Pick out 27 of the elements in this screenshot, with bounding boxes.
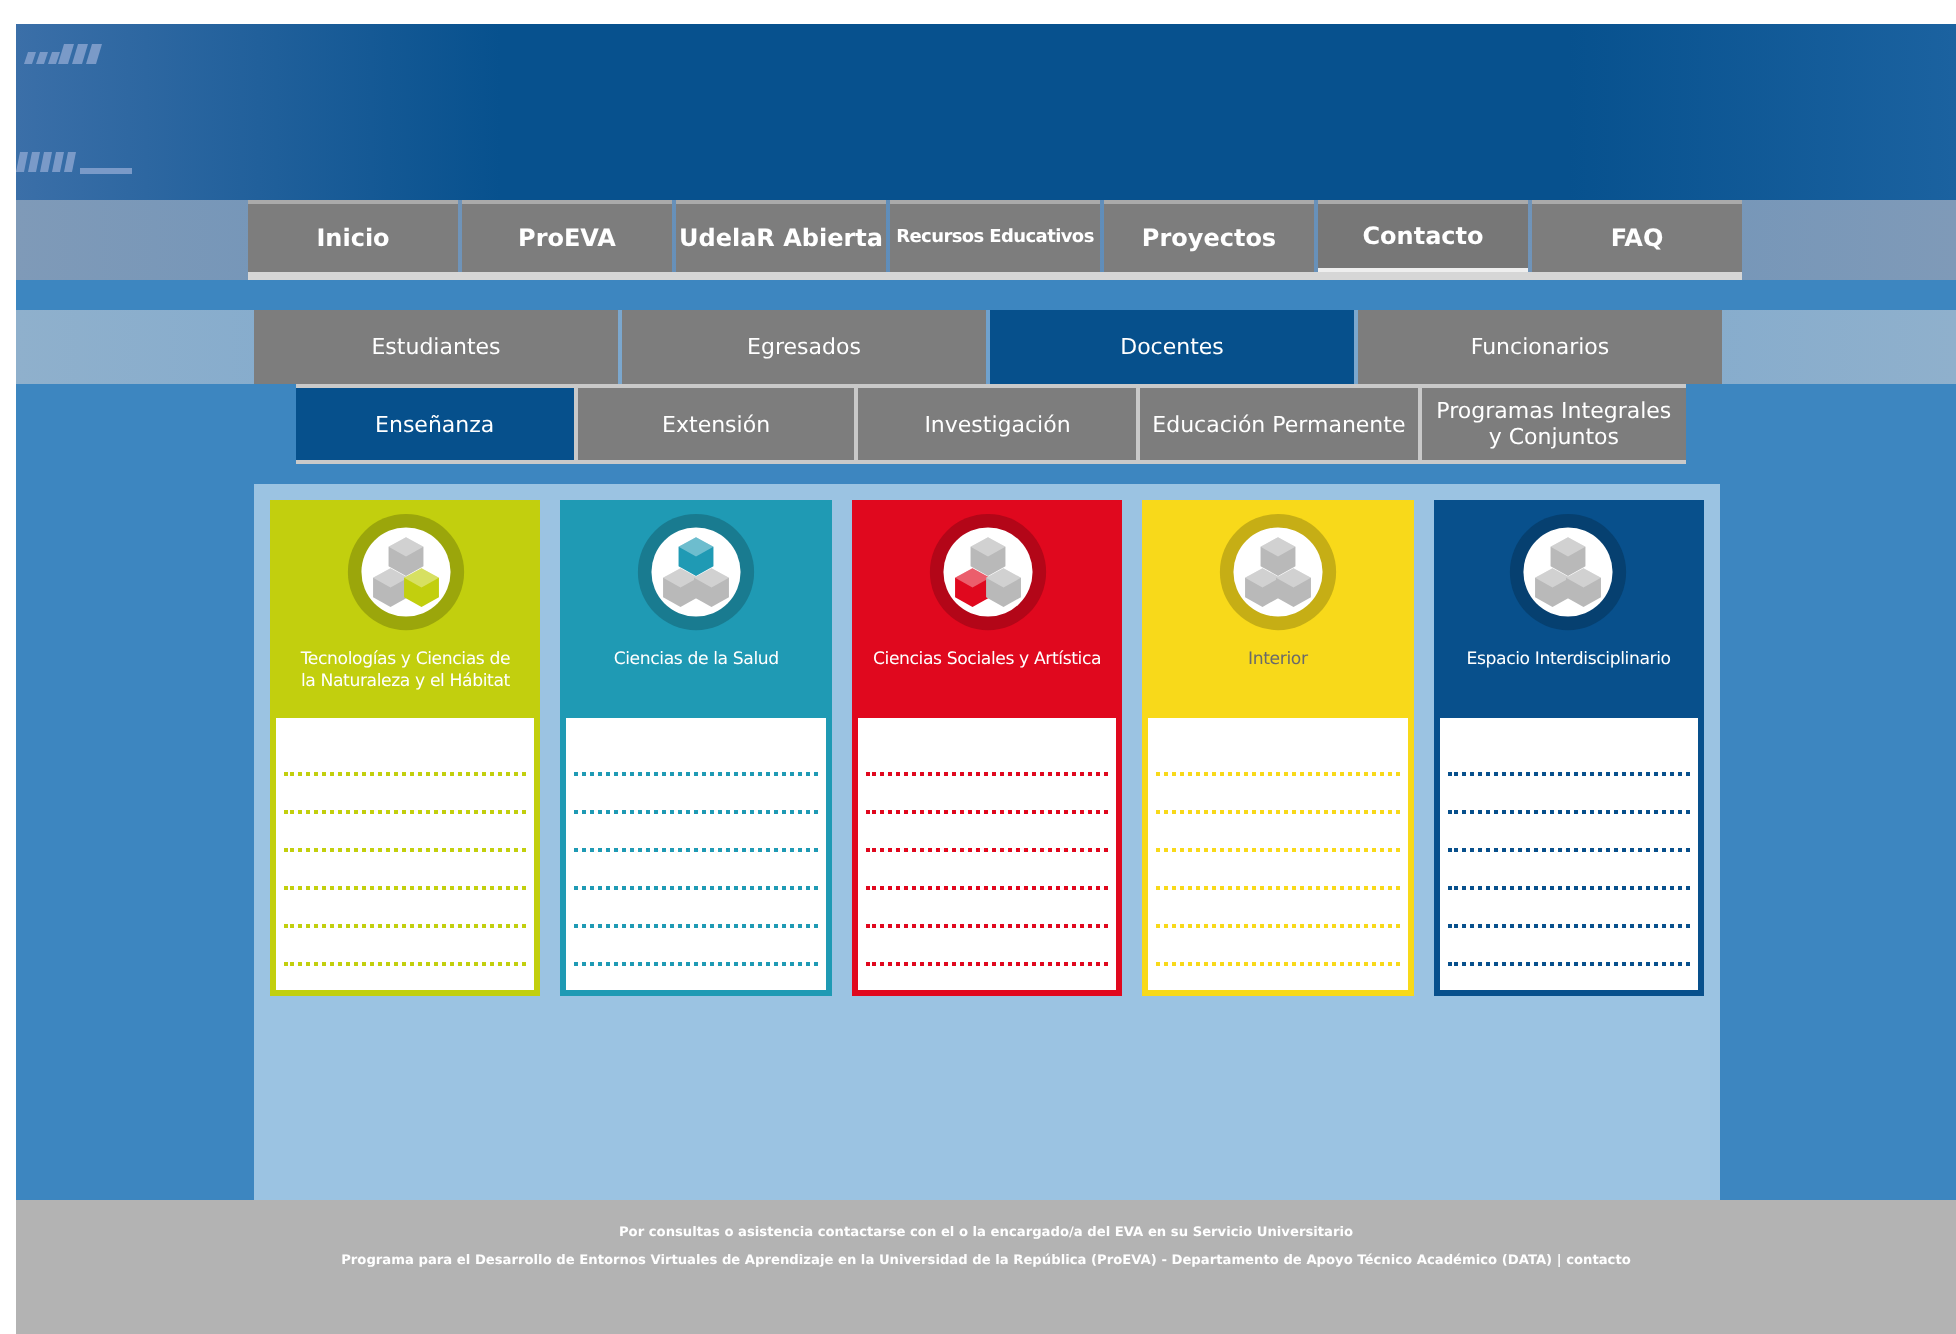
- audience-tab[interactable]: Egresados: [622, 310, 986, 384]
- area-card[interactable]: Ciencias Sociales y Artística: [851, 500, 1123, 996]
- audience-tab[interactable]: Estudiantes: [254, 310, 618, 384]
- stripes-icon: [20, 44, 102, 64]
- audience-tab[interactable]: Funcionarios: [1358, 310, 1722, 384]
- audience-tab[interactable]: Docentes: [990, 310, 1354, 384]
- area-card[interactable]: Espacio Interdisciplinario: [1433, 500, 1705, 996]
- menu-item[interactable]: Inicio: [248, 200, 458, 272]
- sub-tab[interactable]: Investigación: [858, 388, 1137, 460]
- sub-tab[interactable]: Enseñanza: [296, 388, 574, 460]
- sub-tab[interactable]: Extensión: [577, 388, 855, 460]
- area-title: Ciencias de la Salud: [611, 650, 781, 674]
- menu-item[interactable]: Proyectos: [1104, 200, 1314, 272]
- stripes-icon: [16, 152, 132, 174]
- menu-item[interactable]: Recursos Educativos: [890, 200, 1100, 272]
- area-card[interactable]: Interior: [1142, 500, 1414, 996]
- area-title: Ciencias Sociales y Artística: [870, 650, 1104, 674]
- area-card[interactable]: Ciencias de la Salud: [560, 500, 832, 996]
- menu-item[interactable]: ProEVA: [462, 200, 672, 272]
- menu-item[interactable]: FAQ: [1532, 200, 1742, 272]
- menu-item[interactable]: Contacto: [1318, 200, 1528, 272]
- menu-item[interactable]: UdelaR Abierta: [676, 200, 886, 272]
- area-title: Interior: [1246, 650, 1310, 674]
- sub-tab[interactable]: Programas Integrales y Conjuntos: [1421, 388, 1686, 460]
- area-title: Espacio Interdisciplinario: [1464, 650, 1673, 674]
- area-title: Tecnologías y Ciencias de la Naturaleza y el Hábitat: [298, 650, 513, 696]
- sub-tab[interactable]: Educación Permanente: [1140, 388, 1418, 460]
